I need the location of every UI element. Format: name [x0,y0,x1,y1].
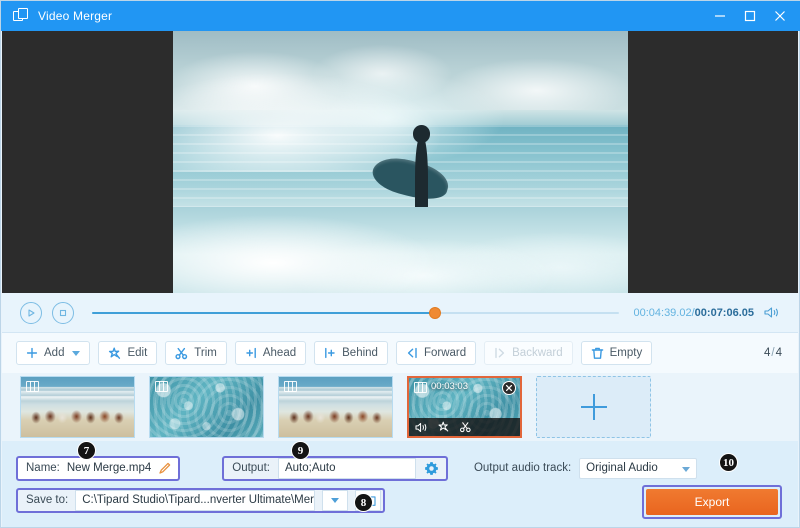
clip-item[interactable]: 00:03:03 [407,376,522,438]
output-format-field[interactable]: Output: Auto;Auto [222,456,448,481]
minimize-icon[interactable] [705,3,735,29]
toolbar-button-empty[interactable]: Empty [581,341,653,365]
save-to-field[interactable]: Save to: C:\Tipard Studio\Tipard...nvert… [16,488,385,513]
export-button-highlight: Export [642,485,782,519]
player-control-bar: 00:04:39.02/00:07:06.05 [2,293,798,333]
seek-slider[interactable] [92,306,619,320]
magic-wand-icon[interactable] [437,421,450,433]
clip-item[interactable] [20,376,135,438]
toolbar-button-ahead[interactable]: Ahead [235,341,306,365]
volume-icon[interactable] [764,306,780,319]
magic-wand-icon [108,347,121,360]
window-controls [705,1,795,31]
scissors-icon[interactable] [459,421,472,433]
toolbar-button-edit[interactable]: Edit [98,341,157,365]
output-audio-track-group: Output audio track: Original Audio [474,458,697,479]
insert-ahead-icon [245,347,257,359]
export-button[interactable]: Export [646,489,778,515]
clip-grid-icon [284,381,297,392]
clip-counter-total: 4 [776,347,782,359]
current-time: 00:04:39.02 [633,307,691,319]
pencil-icon[interactable] [158,461,172,475]
chevron-down-icon [331,498,339,503]
toolbar-button-label: Empty [610,347,643,359]
title-bar: Video Merger [1,1,800,31]
toolbar-button-label: Ahead [263,347,296,359]
chevron-down-icon [682,467,690,472]
seek-fill [92,312,435,314]
annotation-badge-8: 8 [354,493,373,512]
scissors-icon [175,347,188,360]
toolbar-button-add[interactable]: Add [16,341,90,365]
toolbar-button-label: Add [44,347,64,359]
gear-icon[interactable] [424,461,439,476]
save-to-label: Save to: [26,494,68,506]
clip-counter: 4/4 [764,347,782,359]
toolbar-button-backward: Backward [484,341,573,365]
video-preview[interactable] [2,31,798,293]
output-settings-panel: Name: New Merge.mp4 Output: Auto;Auto Ou… [2,441,798,527]
seek-knob[interactable] [430,308,440,318]
move-forward-icon [406,347,418,359]
clip-grid-icon [26,381,39,392]
annotation-badge-9: 9 [291,441,310,460]
toolbar-button-label: Forward [424,347,466,359]
annotation-badge-10: 10 [719,453,738,472]
maximize-icon[interactable] [735,3,765,29]
save-to-history-dropdown[interactable] [322,490,348,511]
chevron-down-icon[interactable] [72,351,80,356]
toolbar-button-label: Edit [127,347,147,359]
clip-item[interactable] [278,376,393,438]
audio-track-value: Original Audio [586,462,658,474]
name-label: Name: [26,462,60,474]
clip-tool-strip [409,418,520,436]
total-time: 00:07:06.05 [695,307,754,319]
play-icon[interactable] [20,302,42,324]
insert-behind-icon [324,347,336,359]
clip-counter-separator: / [771,347,774,359]
close-icon[interactable] [765,3,795,29]
clip-duration: 00:03:03 [431,381,468,392]
add-clip-tile[interactable] [536,376,651,438]
audio-icon[interactable] [415,422,428,433]
annotation-badge-7: 7 [77,441,96,460]
output-name-field[interactable]: Name: New Merge.mp4 [16,456,180,481]
audio-track-label: Output audio track: [474,462,571,474]
clip-counter-current: 4 [764,347,770,359]
toolbar-button-behind[interactable]: Behind [314,341,388,365]
name-value: New Merge.mp4 [67,462,151,474]
toolbar-button-forward[interactable]: Forward [396,341,476,365]
plus-icon [26,347,38,359]
output-value[interactable]: Auto;Auto [278,458,416,479]
stop-icon[interactable] [52,302,74,324]
audio-track-select[interactable]: Original Audio [579,458,697,479]
clip-grid-icon [414,382,427,393]
plus-icon [581,394,607,420]
video-frame [173,31,628,293]
clip-item[interactable] [149,376,264,438]
toolbar-button-label: Behind [342,347,378,359]
toolbar-button-trim[interactable]: Trim [165,341,227,365]
window-title: Video Merger [38,9,112,23]
time-display: 00:04:39.02/00:07:06.05 [633,307,754,319]
toolbar-button-label: Trim [194,347,217,359]
save-to-value[interactable]: C:\Tipard Studio\Tipard...nverter Ultima… [75,490,315,511]
video-merger-icon [13,8,29,24]
remove-clip-icon[interactable] [502,381,516,395]
video-merger-window: Video Merger [0,0,800,528]
toolbar-button-label: Backward [512,347,563,359]
settings-row-primary: Name: New Merge.mp4 Output: Auto;Auto Ou… [2,455,798,481]
clip-strip: 00:03:03 [2,373,798,441]
output-label: Output: [232,462,270,474]
move-backward-icon [494,347,506,359]
clip-toolbar: Add Edit Trim Ahead Behind Forward Backward Emp… [2,333,798,373]
clip-grid-icon [155,381,168,392]
trash-icon [591,347,604,360]
